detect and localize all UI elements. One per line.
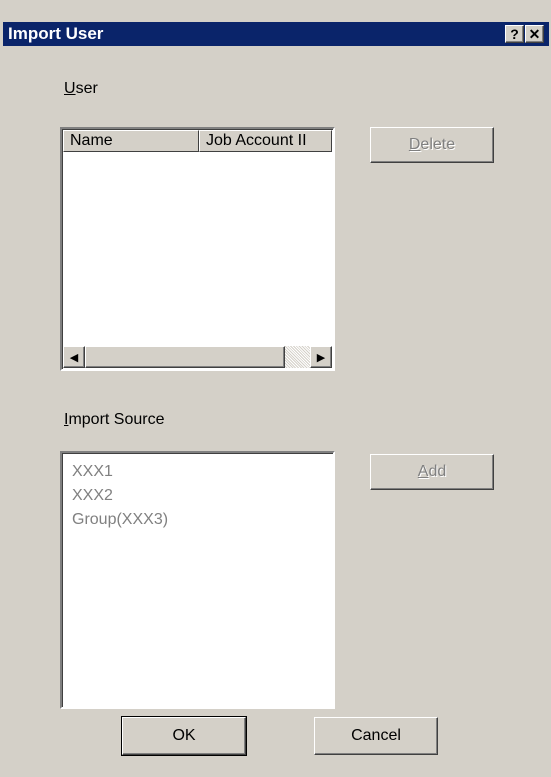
column-header-job-account[interactable]: Job Account II — [199, 130, 332, 152]
import-source-label: Import Source — [64, 411, 165, 428]
column-header-name[interactable]: Name — [63, 130, 199, 152]
list-item[interactable]: XXX1 — [72, 463, 113, 481]
import-user-dialog: Import User ? ✕ User Name Job Account II… — [0, 0, 551, 777]
ok-button[interactable]: OK — [121, 716, 247, 756]
add-button[interactable]: Add — [370, 454, 494, 490]
list-item[interactable]: Group(XXX3) — [72, 511, 168, 529]
user-list[interactable]: Name Job Account II ◀ ▶ — [60, 127, 335, 371]
arrow-left-icon: ◀ — [69, 351, 79, 364]
close-button[interactable]: ✕ — [525, 25, 544, 43]
close-icon: ✕ — [528, 26, 541, 42]
user-list-header: Name Job Account II — [63, 130, 332, 152]
dialog-title: Import User — [8, 24, 104, 43]
title-bar[interactable]: Import User ? ✕ — [3, 22, 549, 46]
arrow-right-icon: ▶ — [316, 351, 326, 364]
cancel-button[interactable]: Cancel — [314, 717, 438, 755]
delete-button[interactable]: Delete — [370, 127, 494, 163]
list-item[interactable]: XXX2 — [72, 487, 113, 505]
import-source-list[interactable]: XXX1 XXX2 Group(XXX3) — [60, 451, 335, 709]
scroll-left-button[interactable]: ◀ — [63, 346, 85, 368]
user-label: User — [64, 80, 98, 97]
scroll-right-button[interactable]: ▶ — [310, 346, 332, 368]
horizontal-scrollbar[interactable]: ◀ ▶ — [63, 346, 332, 368]
help-button[interactable]: ? — [505, 25, 524, 43]
scrollbar-thumb[interactable] — [85, 346, 285, 368]
